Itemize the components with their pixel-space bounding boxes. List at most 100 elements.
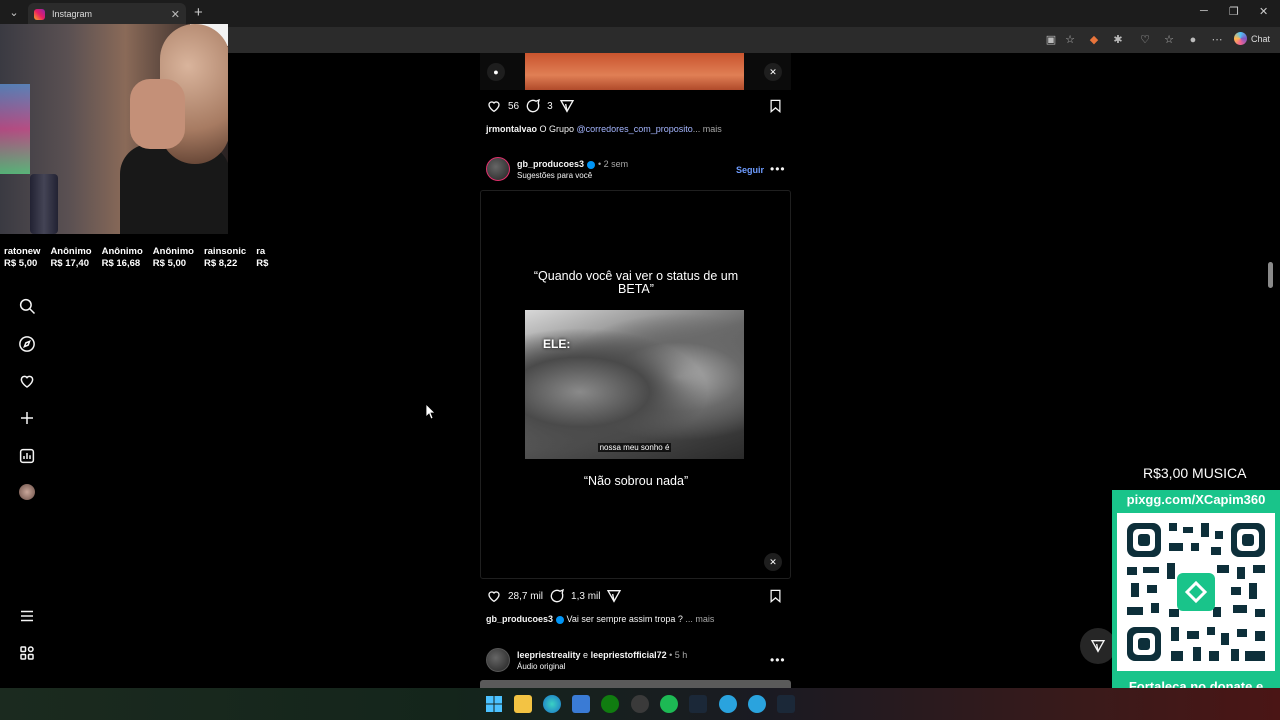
new-tab-icon[interactable]: + [194, 4, 203, 22]
post2-actions: 28,7 mil 1,3 mil [486, 588, 622, 604]
qr-code [1117, 513, 1275, 671]
donor-name: Anônimo [50, 246, 92, 257]
bookmark-icon[interactable] [768, 98, 783, 114]
page-scrollbar[interactable] [1268, 262, 1273, 288]
file-explorer-icon[interactable] [514, 695, 532, 713]
close-tab-icon[interactable]: ✕ [171, 8, 180, 21]
post3-media[interactable] [480, 680, 791, 688]
like-heart-icon[interactable] [486, 98, 502, 114]
drink-can [30, 174, 58, 234]
bookmark-icon[interactable] [768, 588, 783, 604]
post2-caption-user[interactable]: gb_producoes3 [486, 614, 553, 624]
mute-icon[interactable]: ✕ [764, 63, 782, 81]
like-heart-icon[interactable] [486, 588, 502, 604]
post2-avatar[interactable] [486, 157, 510, 181]
split-screen-icon[interactable]: ▣ [1044, 33, 1058, 47]
extension-icon[interactable]: ◆ [1087, 33, 1101, 47]
reel-photo [525, 310, 744, 459]
donor-amount: R$ 5,00 [4, 258, 38, 269]
tab-bar: ⌄ Instagram ✕ + ─ ❐ ✕ [0, 0, 1280, 27]
post1-like-count: 56 [508, 100, 520, 112]
post1-actions: 56 3 [486, 98, 575, 114]
heart-icon[interactable] [18, 372, 36, 390]
edge-browser-icon[interactable] [543, 695, 561, 713]
menu-icon[interactable] [18, 607, 36, 625]
dashboard-icon[interactable] [18, 447, 36, 465]
music-price-label: R$3,00 MUSICA [1143, 465, 1247, 481]
post1-caption: jrmontalvao O Grupo @corredores_com_prop… [486, 124, 722, 134]
share-icon[interactable] [606, 588, 622, 604]
chat-label: Chat [1251, 33, 1271, 44]
close-window-icon[interactable]: ✕ [1259, 5, 1268, 18]
donor-amount: R$ 17,40 [50, 258, 89, 269]
donor-name: Anônimo [152, 246, 194, 257]
post2-time: • 2 sem [598, 159, 629, 169]
comment-icon[interactable] [525, 98, 541, 114]
post1-caption-link[interactable]: @corredores_com_proposito [577, 124, 693, 134]
minimize-icon[interactable]: ─ [1200, 5, 1208, 17]
mouse-cursor-icon [426, 404, 436, 419]
restore-icon[interactable]: ❐ [1229, 5, 1239, 18]
post1-caption-user[interactable]: jrmontalvao [486, 124, 537, 134]
donor-amount: R$ 5,00 [152, 258, 187, 269]
instagram-favicon-icon [34, 8, 45, 20]
windows-start-icon[interactable] [485, 695, 503, 713]
app-icon[interactable] [572, 695, 590, 713]
post1-caption-text: O Grupo [537, 124, 577, 134]
extensions-puzzle-icon[interactable]: ✱ [1111, 33, 1125, 47]
post2-header: gb_producoes3 • 2 sem Sugestões para você… [486, 157, 786, 185]
post3-time: • 5 h [666, 650, 688, 660]
telegram-icon[interactable] [748, 695, 766, 713]
messages-share-button[interactable] [1080, 628, 1116, 664]
webcam-overlay [0, 24, 228, 234]
comment-icon[interactable] [549, 588, 565, 604]
browser-essentials-icon[interactable]: ♡ [1138, 33, 1152, 47]
post3-username[interactable]: leepriestreality [517, 650, 581, 660]
apps-icon[interactable] [18, 644, 36, 662]
spotify-icon[interactable] [660, 695, 678, 713]
donor-amount: R$ 8,22 [203, 258, 238, 269]
telegram-icon[interactable] [719, 695, 737, 713]
favorite-star-icon[interactable]: ☆ [1063, 33, 1077, 47]
tagged-user-icon[interactable]: ● [487, 63, 505, 81]
post3-avatar[interactable] [486, 648, 510, 672]
favorites-icon[interactable]: ☆ [1162, 33, 1176, 47]
steam-icon[interactable] [689, 695, 707, 713]
profile-avatar[interactable] [19, 484, 35, 500]
donor-name: Anônimo [101, 246, 143, 257]
post2-caption-text: Vai ser sempre assim tropa ? [564, 614, 686, 624]
obs-icon[interactable] [631, 695, 649, 713]
post2-username[interactable]: gb_producoes3 [517, 159, 584, 169]
pix-url: pixgg.com/XCapim360 [1126, 492, 1266, 507]
compass-icon[interactable] [18, 335, 36, 353]
post2-more-options-icon[interactable]: ••• [770, 162, 786, 176]
post2-more-link[interactable]: ... mais [685, 614, 714, 624]
reel-bottom-text: “Não sobrou nada” [583, 474, 689, 488]
post2-username-line: gb_producoes3 • 2 sem [517, 159, 628, 169]
donor-name: ra [256, 246, 266, 257]
tab-list-chevron-icon[interactable]: ⌄ [4, 4, 24, 22]
steam-icon[interactable] [777, 695, 795, 713]
donor-item: Anônimo R$ 17,40 [50, 246, 91, 270]
post1-media-image [525, 53, 744, 90]
donor-item: ra R$ [256, 246, 268, 270]
share-icon[interactable] [559, 98, 575, 114]
follow-button[interactable]: Seguir [736, 165, 764, 175]
post3-header: leepriestreality e leepriestofficial72 •… [486, 648, 786, 676]
donor-name: ratonew [4, 246, 41, 257]
post3-username2[interactable]: leepriestofficial72 [591, 650, 667, 660]
post1-more-link[interactable]: ... mais [693, 124, 722, 134]
post2-subtitle: Sugestões para você [517, 171, 593, 180]
copilot-chat-button[interactable]: Chat [1234, 32, 1270, 45]
xbox-icon[interactable] [601, 695, 619, 713]
profile-icon[interactable]: ● [1186, 33, 1200, 47]
plus-icon[interactable] [18, 409, 36, 427]
copilot-icon [1234, 32, 1247, 45]
donor-item: rainsonic R$ 8,22 [204, 246, 246, 270]
post3-more-options-icon[interactable]: ••• [770, 653, 786, 667]
tab-instagram[interactable]: Instagram ✕ [28, 3, 186, 25]
donor-item: Anônimo R$ 16,68 [102, 246, 143, 270]
mute-icon[interactable]: ✕ [764, 553, 782, 571]
search-icon[interactable] [18, 297, 36, 315]
more-options-icon[interactable]: ⋯ [1210, 33, 1224, 47]
